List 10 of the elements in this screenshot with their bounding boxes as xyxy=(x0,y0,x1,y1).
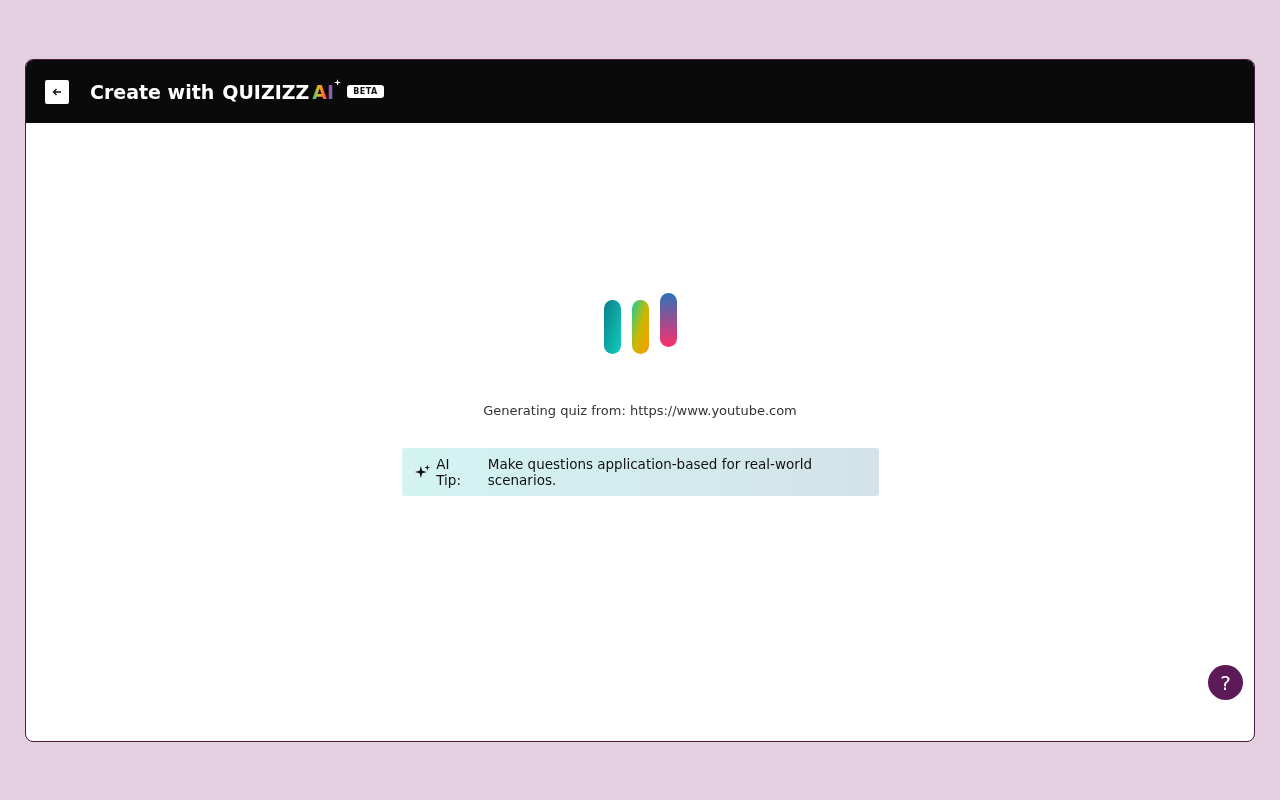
tip-text: Make questions application-based for real-world scenarios. xyxy=(487,456,814,488)
help-button[interactable]: ? xyxy=(1208,665,1243,700)
tip-label: AI Tip: xyxy=(436,456,462,488)
beta-badge: BETA xyxy=(347,85,384,98)
back-button[interactable] xyxy=(45,79,69,104)
status-text: Generating quiz from: https://www.youtube.com xyxy=(483,403,797,418)
sparkle-icon xyxy=(334,79,342,86)
back-arrow-icon xyxy=(52,86,62,97)
logo-wordmark: QUIZIZZ xyxy=(222,80,310,103)
header-title: Create with xyxy=(90,80,215,103)
